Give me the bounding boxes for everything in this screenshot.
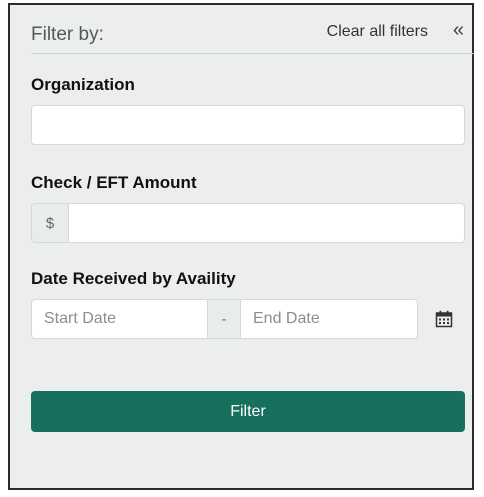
currency-symbol: $ (31, 203, 68, 243)
filter-header: Filter by: Clear all filters « (31, 5, 474, 54)
filter-panel: Filter by: Clear all filters « Organizat… (8, 3, 474, 490)
clear-all-filters-link[interactable]: Clear all filters (327, 23, 428, 41)
collapse-icon[interactable]: « (453, 20, 464, 40)
date-received-label: Date Received by Availity (31, 269, 236, 288)
organization-input[interactable] (31, 105, 465, 145)
start-date-input[interactable] (31, 299, 208, 339)
calendar-icon[interactable] (435, 310, 453, 328)
date-range: - (31, 299, 465, 339)
end-date-input[interactable] (240, 299, 418, 339)
amount-label: Check / EFT Amount (31, 173, 197, 192)
amount-input[interactable] (68, 203, 465, 243)
amount-input-group: $ (31, 203, 465, 243)
date-separator: - (208, 299, 240, 339)
filter-button[interactable]: Filter (31, 391, 465, 432)
filter-title: Filter by: (31, 24, 104, 45)
organization-label: Organization (31, 75, 135, 94)
